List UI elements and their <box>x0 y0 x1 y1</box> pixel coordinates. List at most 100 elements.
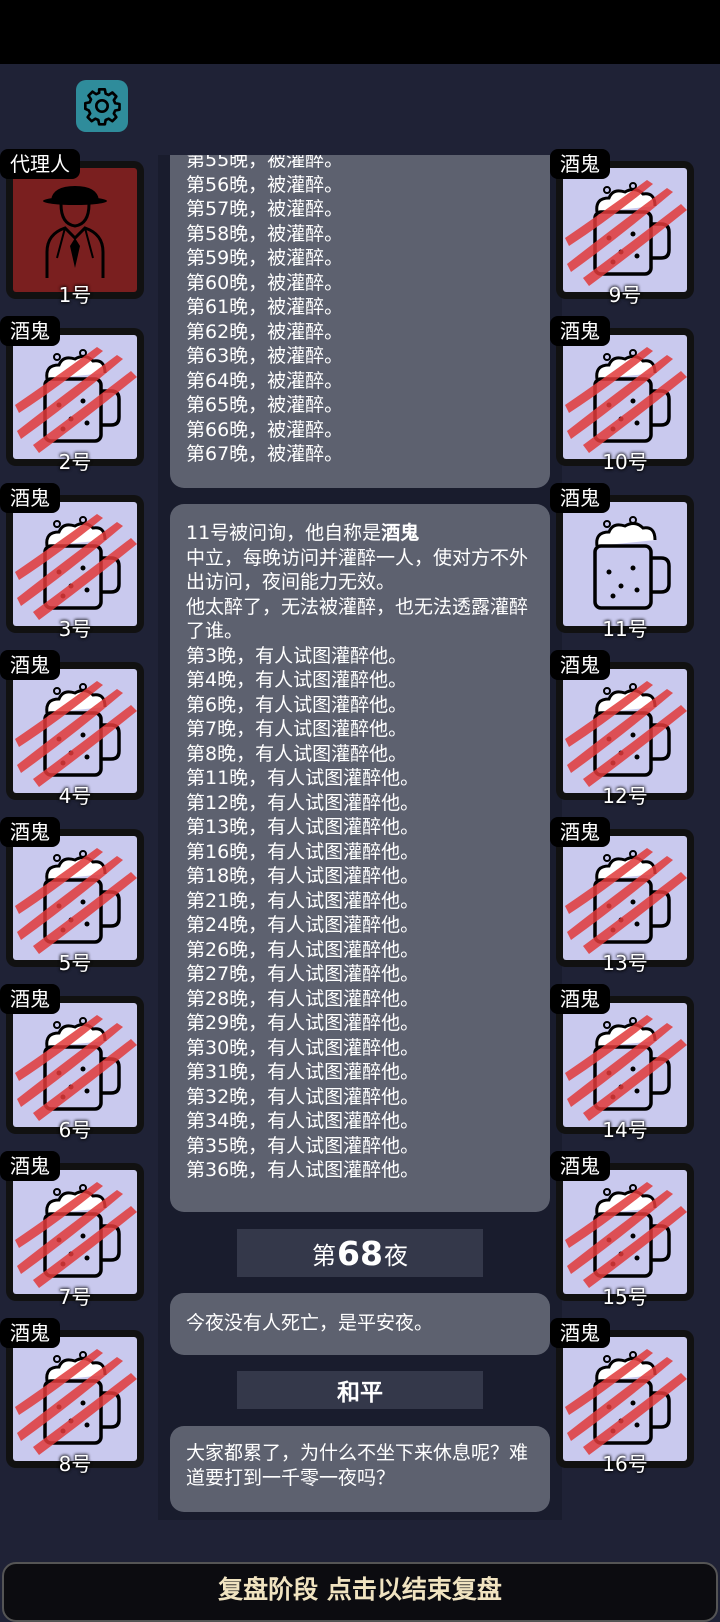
player-card-12[interactable]: 酒鬼 12号 <box>550 650 694 808</box>
log-line: 第32晚，有人试图灌醉他。 <box>186 1085 420 1108</box>
log-line: 第8晚，有人试图灌醉他。 <box>186 742 408 765</box>
player-number: 4号 <box>58 784 92 808</box>
player-card-5[interactable]: 酒鬼 5号 <box>0 817 144 975</box>
claimed-role: 酒鬼 <box>381 522 420 544</box>
final-message: 大家都累了，为什么不坐下来休息呢？难道要打到一千零一夜吗？ <box>170 1426 550 1512</box>
player-number: 15号 <box>602 1285 648 1309</box>
settings-button[interactable] <box>76 80 128 132</box>
beer-mug-icon <box>593 516 671 610</box>
night-number: 68 <box>337 1233 383 1273</box>
gear-icon <box>84 88 121 126</box>
log-message-interrogation: 11号被问询，他自称是酒鬼 中立，每晚访问并灌醉一人，使对方不外出访问，夜间能力… <box>170 504 550 1212</box>
log-line: 第64晚，被灌醉。 <box>186 369 344 392</box>
log-line: 第3晚，有人试图灌醉他。 <box>186 644 408 667</box>
log-line: 第60晚，被灌醉。 <box>186 271 344 294</box>
player-card-1[interactable]: 代理人 1号 <box>0 149 144 307</box>
log-line: 第29晚，有人试图灌醉他。 <box>186 1012 420 1034</box>
claw-mark-icon <box>565 1182 687 1288</box>
player-card-4[interactable]: 酒鬼 4号 <box>0 650 144 808</box>
log-line: 第4晚，有人试图灌醉他。 <box>186 669 408 691</box>
log-line: 第28晚，有人试图灌醉他。 <box>186 987 420 1010</box>
player-card-2[interactable]: 酒鬼 2号 <box>0 316 144 474</box>
player-number: 16号 <box>602 1452 648 1476</box>
log-line: 第56晚，被灌醉。 <box>186 173 344 196</box>
role-tag: 酒鬼 <box>0 1318 60 1348</box>
log-line: 第59晚，被灌醉。 <box>186 247 344 269</box>
player-number: 6号 <box>58 1118 92 1142</box>
player-card-10[interactable]: 酒鬼 10号 <box>550 316 694 474</box>
log-line: 第6晚，有人试图灌醉他。 <box>186 693 408 716</box>
player-number: 14号 <box>602 1118 648 1142</box>
player-number: 7号 <box>58 1285 92 1309</box>
log-line: 第57晚，被灌醉。 <box>186 198 344 220</box>
log-line: 第63晚，被灌醉。 <box>186 345 344 367</box>
player-number: 1号 <box>58 283 92 307</box>
log-line: 第16晚，有人试图灌醉他。 <box>186 840 420 863</box>
log-line: 第36晚，有人试图灌醉他。 <box>186 1159 420 1181</box>
claw-mark-icon <box>565 1349 687 1455</box>
log-line: 第13晚，有人试图灌醉他。 <box>186 816 420 838</box>
player-card-14[interactable]: 酒鬼 14号 <box>550 984 694 1142</box>
player-number: 12号 <box>602 784 648 808</box>
role-tag: 酒鬼 <box>0 650 60 680</box>
role-tag: 酒鬼 <box>550 149 610 179</box>
player-number: 5号 <box>58 951 92 975</box>
player-number: 13号 <box>602 951 648 975</box>
log-line: 第62晚，被灌醉。 <box>186 320 344 343</box>
log-line: 第12晚，有人试图灌醉他。 <box>186 791 420 814</box>
player-card-3[interactable]: 酒鬼 3号 <box>0 483 144 641</box>
end-review-button[interactable]: 复盘阶段 点击以结束复盘 <box>2 1562 718 1622</box>
claw-mark-icon <box>15 1015 137 1121</box>
agent-icon <box>43 186 107 278</box>
player-number: 3号 <box>58 617 92 641</box>
role-tag: 酒鬼 <box>550 316 610 346</box>
claw-mark-icon <box>15 681 137 787</box>
claw-mark-icon <box>15 347 137 453</box>
log-message-drunk-nights: 第55晚，被灌醉。第56晚，被灌醉。 第57晚，被灌醉。 第58晚，被灌醉。 第59晚… <box>170 155 550 488</box>
status-bar <box>0 0 720 64</box>
player-number: 10号 <box>602 450 648 474</box>
log-line: 第61晚，被灌醉。 <box>186 296 344 318</box>
log-line: 第31晚，有人试图灌醉他。 <box>186 1061 420 1083</box>
log-line: 第66晚，被灌醉。 <box>186 418 344 441</box>
night-header: 第 68 夜 <box>237 1229 483 1277</box>
role-tag: 酒鬼 <box>550 817 610 847</box>
player-card-6[interactable]: 酒鬼 6号 <box>0 984 144 1142</box>
log-line: 第58晚，被灌醉。 <box>186 222 344 245</box>
log-line: 第30晚，有人试图灌醉他。 <box>186 1036 420 1059</box>
log-line: 第65晚，被灌醉。 <box>186 394 344 416</box>
log-line: 第21晚，有人试图灌醉他。 <box>186 889 420 912</box>
claw-mark-icon <box>565 1015 687 1121</box>
role-tag: 酒鬼 <box>550 650 610 680</box>
claw-mark-icon <box>565 681 687 787</box>
log-line: 第7晚，有人试图灌醉他。 <box>186 718 408 740</box>
role-tag: 酒鬼 <box>550 984 610 1014</box>
log-line: 第34晚，有人试图灌醉他。 <box>186 1110 420 1132</box>
log-line: 第26晚，有人试图灌醉他。 <box>186 938 420 961</box>
player-card-8[interactable]: 酒鬼 8号 <box>0 1318 144 1476</box>
claw-mark-icon <box>15 514 137 620</box>
player-number: 9号 <box>608 283 642 307</box>
claw-mark-icon <box>565 347 687 453</box>
player-number: 8号 <box>58 1452 92 1476</box>
role-tag: 酒鬼 <box>550 1318 610 1348</box>
claw-mark-icon <box>565 848 687 954</box>
player-card-16[interactable]: 酒鬼 16号 <box>550 1318 694 1476</box>
role-tag: 酒鬼 <box>0 817 60 847</box>
player-number: 2号 <box>58 450 92 474</box>
player-card-13[interactable]: 酒鬼 13号 <box>550 817 694 975</box>
role-tag: 酒鬼 <box>0 984 60 1014</box>
player-number: 11号 <box>602 617 648 641</box>
player-card-7[interactable]: 酒鬼 7号 <box>0 1151 144 1309</box>
role-tag: 酒鬼 <box>0 483 60 513</box>
log-line: 第55晚，被灌醉。 <box>186 155 344 171</box>
interrogation-intro: 11号被问询，他自称是酒鬼 <box>186 522 420 544</box>
role-tag: 酒鬼 <box>0 1151 60 1181</box>
log-line: 第35晚，有人试图灌醉他。 <box>186 1134 420 1157</box>
player-card-15[interactable]: 酒鬼 15号 <box>550 1151 694 1309</box>
log-line: 第27晚，有人试图灌醉他。 <box>186 963 420 985</box>
claw-mark-icon <box>565 180 687 286</box>
peaceful-night-message: 今夜没有人死亡，是平安夜。 <box>170 1293 550 1355</box>
player-card-9[interactable]: 酒鬼 9号 <box>550 149 694 307</box>
player-card-11[interactable]: 酒鬼 11号 <box>550 483 694 641</box>
